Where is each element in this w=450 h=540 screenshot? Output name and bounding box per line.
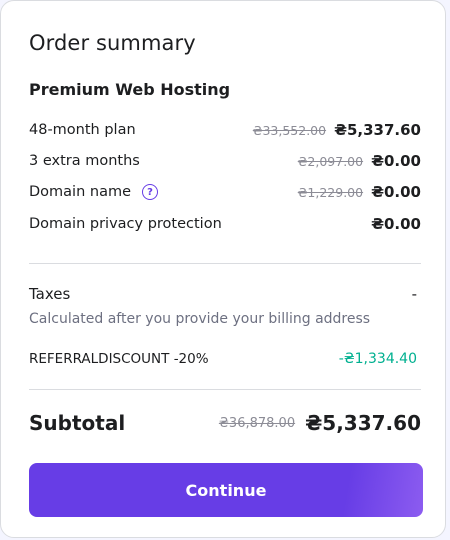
taxes-note: Calculated after you provide your billin… bbox=[29, 311, 371, 327]
divider bbox=[29, 389, 421, 390]
subtotal-prices: ₴36,878.00 ₴5,337.60 bbox=[219, 411, 421, 435]
continue-button[interactable]: Continue bbox=[29, 463, 423, 517]
line-item-label: 3 extra months bbox=[29, 153, 140, 169]
line-item-label: Domain privacy protection bbox=[29, 216, 222, 232]
line-item-old-price: ₴1,229.00 bbox=[297, 184, 364, 200]
order-summary-title: Order summary bbox=[29, 31, 196, 55]
line-item-plan: 48-month plan ₴33,552.00 ₴5,337.60 bbox=[29, 119, 421, 141]
line-item-price: ₴0.00 bbox=[371, 183, 421, 201]
order-summary-card: Order summary Premium Web Hosting 48-mon… bbox=[0, 0, 446, 538]
line-item-old-price: ₴2,097.00 bbox=[297, 153, 364, 169]
line-item-label: Domain name bbox=[29, 184, 131, 200]
line-item-price: ₴0.00 bbox=[371, 215, 421, 233]
discount-value: -₴1,334.40 bbox=[338, 351, 417, 367]
product-name: Premium Web Hosting bbox=[29, 80, 231, 99]
line-item-old-price: ₴33,552.00 bbox=[252, 122, 327, 138]
discount-code: REFERRALDISCOUNT -20% bbox=[29, 351, 209, 367]
line-item-extra-months: 3 extra months ₴2,097.00 ₴0.00 bbox=[29, 150, 421, 172]
line-item-domain-privacy: Domain privacy protection ₴0.00 bbox=[29, 213, 421, 235]
subtotal-label: Subtotal bbox=[29, 411, 126, 435]
line-item-price: ₴5,337.60 bbox=[334, 121, 421, 139]
question-circle-icon[interactable]: ? bbox=[142, 184, 158, 200]
subtotal-old-price: ₴36,878.00 bbox=[218, 415, 296, 431]
line-item-domain-name: Domain name ? ₴1,229.00 ₴0.00 bbox=[29, 181, 421, 203]
taxes-label: Taxes bbox=[29, 285, 71, 303]
line-item-label: 48-month plan bbox=[29, 122, 136, 138]
line-item-price: ₴0.00 bbox=[371, 152, 421, 170]
subtotal-price: ₴5,337.60 bbox=[305, 411, 421, 435]
taxes-value: - bbox=[411, 285, 417, 303]
divider bbox=[29, 263, 421, 264]
